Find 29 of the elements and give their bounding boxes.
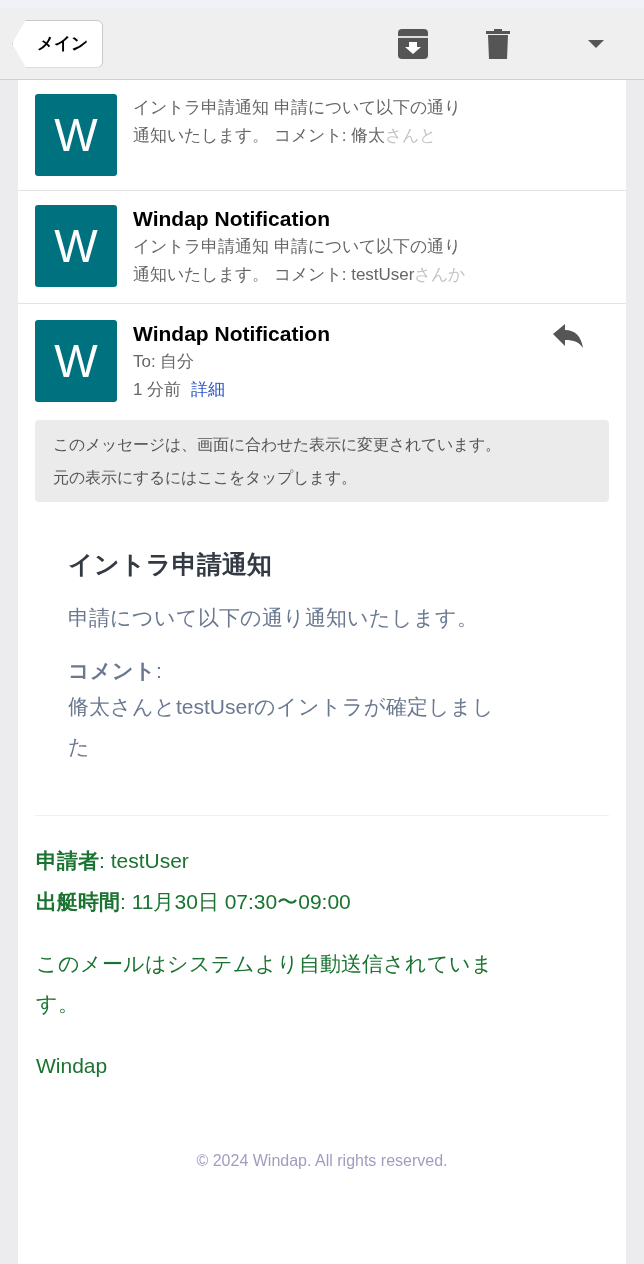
trash-icon[interactable] <box>486 28 510 59</box>
email-title: イントラ申請通知 <box>68 549 273 580</box>
snippet-line: 通知いたします。 コメント: 脩太さんと <box>133 125 438 147</box>
notice-banner[interactable]: このメッセージは、画面に合わせた表示に変更されています。 元の表示にするにはここをタップします。 <box>35 420 609 502</box>
archive-icon[interactable] <box>398 28 428 59</box>
info-line: 出艇時間: 11月30日 07:30〜09:00 <box>36 888 352 915</box>
avatar: W <box>35 94 117 176</box>
reply-icon[interactable] <box>553 324 583 348</box>
message-row[interactable]: W イントラ申請通知 申請について以下の通り 通知いたします。 コメント: 脩太さんと <box>18 80 626 191</box>
recipient-text: To: 自分 <box>133 351 196 373</box>
intro-text: 申請について以下の通り通知いたします。 <box>68 604 479 631</box>
time-text: 1 分前 <box>133 379 182 401</box>
avatar: W <box>35 205 117 287</box>
comment-text: 脩太さんとtestUserのイントラが確定しました <box>68 693 496 760</box>
caret-icon[interactable] <box>588 39 604 48</box>
avatar: W <box>35 320 117 402</box>
comment-label: コメント: <box>68 658 163 684</box>
snippet-line: 通知いたします。 コメント: testUserさんか <box>133 264 466 286</box>
copyright-text: © 2024 Windap. All rights reserved. <box>195 1151 449 1171</box>
auto-send-note: このメールはシステムより自動送信されています。 <box>36 950 494 1017</box>
snippet-line: イントラ申請通知 申請について以下の通り <box>133 97 461 119</box>
info-line: 申請者: testUser <box>36 847 190 874</box>
back-button[interactable]: メイン <box>12 19 103 68</box>
signature: Windap <box>36 1052 109 1079</box>
snippet-line: イントラ申請通知 申請について以下の通り <box>133 236 462 258</box>
sender-name: Windap Notification <box>133 321 331 347</box>
details-link[interactable]: 詳細 <box>191 376 226 404</box>
message-row[interactable]: W Windap Notification イントラ申請通知 申請について以下の通り 通知いたします。 コメント: testUserさんか <box>18 191 626 304</box>
sender-name: Windap Notification <box>133 206 331 232</box>
